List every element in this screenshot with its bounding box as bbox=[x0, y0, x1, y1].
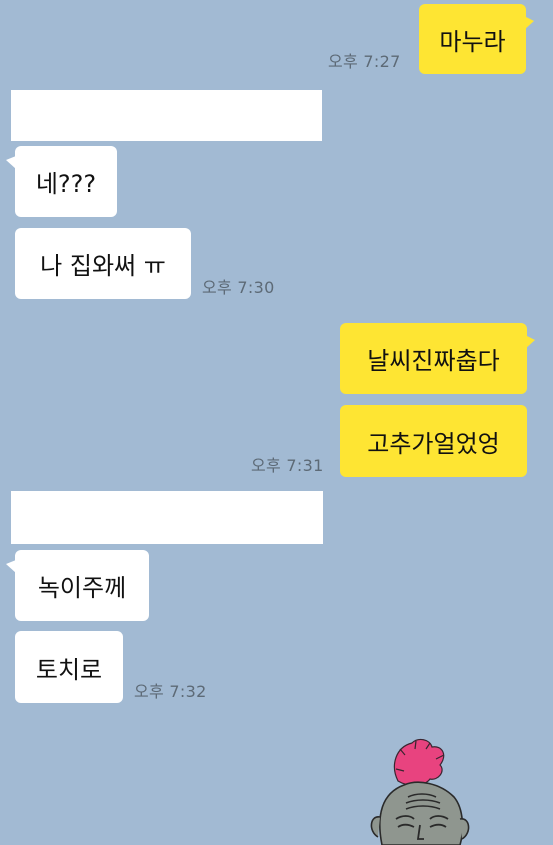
message-time: 오후 7:32 bbox=[134, 682, 207, 701]
incoming-message-bubble[interactable]: 토치로 bbox=[15, 631, 123, 703]
message-time: 오후 7:31 bbox=[251, 456, 324, 475]
message-time: 오후 7:27 bbox=[328, 52, 401, 71]
outgoing-message-bubble[interactable]: 마누라 bbox=[419, 4, 534, 74]
incoming-message-bubble[interactable]: 나 집와써 ㅠ bbox=[15, 228, 191, 299]
redacted-sender-name bbox=[11, 90, 322, 141]
bald-man-sticker-icon[interactable] bbox=[360, 735, 480, 845]
message-time: 오후 7:30 bbox=[202, 278, 275, 297]
outgoing-message-bubble[interactable]: 날씨진짜춥다 bbox=[340, 323, 535, 394]
redacted-sender-name bbox=[11, 491, 323, 544]
outgoing-message-bubble[interactable]: 고추가얼었엉 bbox=[340, 405, 527, 477]
incoming-message-bubble[interactable]: 녹이주께 bbox=[6, 550, 149, 621]
incoming-message-bubble[interactable]: 네??? bbox=[6, 146, 117, 217]
